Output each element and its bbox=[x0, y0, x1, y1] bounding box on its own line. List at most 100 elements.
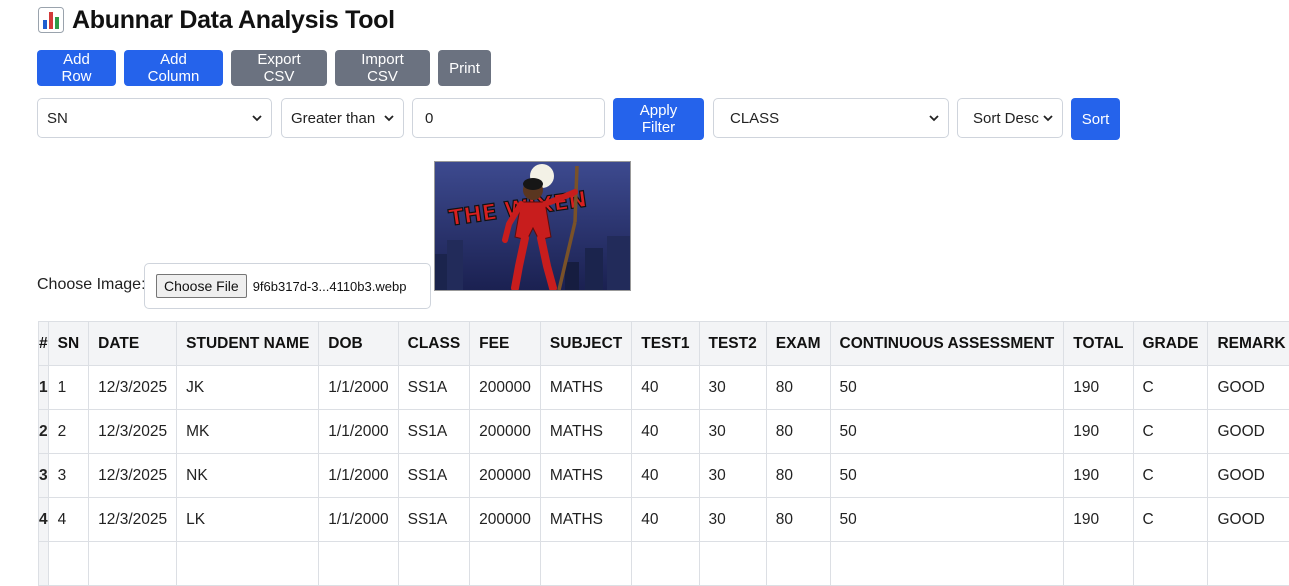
filter-column-select[interactable]: SN bbox=[37, 98, 272, 138]
cell-class[interactable]: SS1A bbox=[398, 454, 470, 498]
empty-cell bbox=[1208, 542, 1289, 586]
print-button[interactable]: Print bbox=[438, 50, 491, 86]
cell-student-name[interactable]: NK bbox=[177, 454, 319, 498]
sort-direction-select[interactable]: Sort Desc bbox=[957, 98, 1063, 138]
cell-sn[interactable]: 1 bbox=[48, 366, 89, 410]
cell-subject[interactable]: MATHS bbox=[540, 366, 631, 410]
cell-exam[interactable]: 80 bbox=[766, 366, 830, 410]
empty-cell bbox=[632, 542, 699, 586]
empty-cell bbox=[39, 542, 49, 586]
empty-cell bbox=[830, 542, 1064, 586]
cell-student-name[interactable]: JK bbox=[177, 366, 319, 410]
cell-exam[interactable]: 80 bbox=[766, 498, 830, 542]
column-header-grade: GRADE bbox=[1133, 322, 1208, 366]
cell-total[interactable]: 190 bbox=[1064, 498, 1133, 542]
table-row: 4412/3/2025LK1/1/2000SS1A200000MATHS4030… bbox=[39, 498, 1289, 542]
column-header-fee: FEE bbox=[470, 322, 541, 366]
add-column-button[interactable]: Add Column bbox=[124, 50, 223, 86]
cell-grade[interactable]: C bbox=[1133, 498, 1208, 542]
cell-remark[interactable]: GOOD bbox=[1208, 410, 1289, 454]
cell-sn[interactable]: 2 bbox=[48, 410, 89, 454]
hero-illustration: THE WIXEN bbox=[435, 162, 631, 291]
cell-total[interactable]: 190 bbox=[1064, 454, 1133, 498]
column-header-sn: SN bbox=[48, 322, 89, 366]
table-row: 2212/3/2025MK1/1/2000SS1A200000MATHS4030… bbox=[39, 410, 1289, 454]
chevron-down-icon bbox=[252, 113, 262, 123]
cell-test2[interactable]: 30 bbox=[699, 454, 766, 498]
filter-column-value: SN bbox=[47, 110, 252, 127]
cell-grade[interactable]: C bbox=[1133, 410, 1208, 454]
cell-sn[interactable]: 3 bbox=[48, 454, 89, 498]
cell-continuous-assessment[interactable]: 50 bbox=[830, 454, 1064, 498]
cell-fee[interactable]: 200000 bbox=[470, 366, 541, 410]
cell-test2[interactable]: 30 bbox=[699, 498, 766, 542]
cell-dob[interactable]: 1/1/2000 bbox=[319, 366, 398, 410]
cell-date[interactable]: 12/3/2025 bbox=[89, 498, 177, 542]
choose-file-button[interactable]: Choose File bbox=[156, 274, 247, 298]
cell-sn[interactable]: 4 bbox=[48, 498, 89, 542]
cell-test1[interactable]: 40 bbox=[632, 498, 699, 542]
empty-cell bbox=[1133, 542, 1208, 586]
cell-test2[interactable]: 30 bbox=[699, 366, 766, 410]
cell-test1[interactable]: 40 bbox=[632, 366, 699, 410]
sort-button[interactable]: Sort bbox=[1071, 98, 1120, 140]
filter-operator-value: Greater than bbox=[291, 110, 384, 127]
cell-subject[interactable]: MATHS bbox=[540, 498, 631, 542]
cell-date[interactable]: 12/3/2025 bbox=[89, 410, 177, 454]
selected-file-name: 9f6b317d-3...4110b3.webp bbox=[253, 279, 407, 294]
column-header-class: CLASS bbox=[398, 322, 470, 366]
filter-value-input[interactable]: 0 bbox=[412, 98, 605, 138]
cell-subject[interactable]: MATHS bbox=[540, 454, 631, 498]
chevron-down-icon bbox=[1043, 113, 1053, 123]
empty-cell bbox=[699, 542, 766, 586]
cell-remark[interactable]: GOOD bbox=[1208, 366, 1289, 410]
cell-date[interactable]: 12/3/2025 bbox=[89, 366, 177, 410]
row-index: 3 bbox=[39, 454, 49, 498]
import-csv-button[interactable]: Import CSV bbox=[335, 50, 430, 86]
cell-continuous-assessment[interactable]: 50 bbox=[830, 410, 1064, 454]
cell-fee[interactable]: 200000 bbox=[470, 498, 541, 542]
column-header-test1: TEST1 bbox=[632, 322, 699, 366]
filter-operator-select[interactable]: Greater than bbox=[281, 98, 404, 138]
sort-column-select[interactable]: CLASS bbox=[713, 98, 949, 138]
cell-test2[interactable]: 30 bbox=[699, 410, 766, 454]
cell-grade[interactable]: C bbox=[1133, 454, 1208, 498]
column-header-test2: TEST2 bbox=[699, 322, 766, 366]
cell-student-name[interactable]: LK bbox=[177, 498, 319, 542]
empty-cell bbox=[1064, 542, 1133, 586]
cell-continuous-assessment[interactable]: 50 bbox=[830, 366, 1064, 410]
cell-subject[interactable]: MATHS bbox=[540, 410, 631, 454]
cell-total[interactable]: 190 bbox=[1064, 366, 1133, 410]
add-row-button[interactable]: Add Row bbox=[37, 50, 116, 86]
empty-cell bbox=[319, 542, 398, 586]
cell-class[interactable]: SS1A bbox=[398, 498, 470, 542]
cell-dob[interactable]: 1/1/2000 bbox=[319, 410, 398, 454]
column-header-exam: EXAM bbox=[766, 322, 830, 366]
chevron-down-icon bbox=[929, 113, 939, 123]
cell-total[interactable]: 190 bbox=[1064, 410, 1133, 454]
image-file-input[interactable]: Choose File 9f6b317d-3...4110b3.webp bbox=[144, 263, 431, 309]
apply-filter-button[interactable]: Apply Filter bbox=[613, 98, 704, 140]
cell-remark[interactable]: GOOD bbox=[1208, 498, 1289, 542]
column-header-dob: DOB bbox=[319, 322, 398, 366]
cell-grade[interactable]: C bbox=[1133, 366, 1208, 410]
cell-fee[interactable]: 200000 bbox=[470, 410, 541, 454]
image-preview: THE WIXEN bbox=[434, 161, 631, 291]
cell-class[interactable]: SS1A bbox=[398, 366, 470, 410]
toolbar: Add Row Add Column Export CSV Import CSV… bbox=[37, 50, 491, 86]
cell-student-name[interactable]: MK bbox=[177, 410, 319, 454]
cell-exam[interactable]: 80 bbox=[766, 410, 830, 454]
cell-date[interactable]: 12/3/2025 bbox=[89, 454, 177, 498]
cell-dob[interactable]: 1/1/2000 bbox=[319, 498, 398, 542]
choose-image-label: Choose Image: bbox=[37, 276, 146, 294]
cell-continuous-assessment[interactable]: 50 bbox=[830, 498, 1064, 542]
cell-test1[interactable]: 40 bbox=[632, 410, 699, 454]
sort-direction-value: Sort Desc bbox=[973, 110, 1043, 127]
export-csv-button[interactable]: Export CSV bbox=[231, 50, 327, 86]
cell-exam[interactable]: 80 bbox=[766, 454, 830, 498]
cell-remark[interactable]: GOOD bbox=[1208, 454, 1289, 498]
cell-dob[interactable]: 1/1/2000 bbox=[319, 454, 398, 498]
cell-test1[interactable]: 40 bbox=[632, 454, 699, 498]
cell-class[interactable]: SS1A bbox=[398, 410, 470, 454]
cell-fee[interactable]: 200000 bbox=[470, 454, 541, 498]
